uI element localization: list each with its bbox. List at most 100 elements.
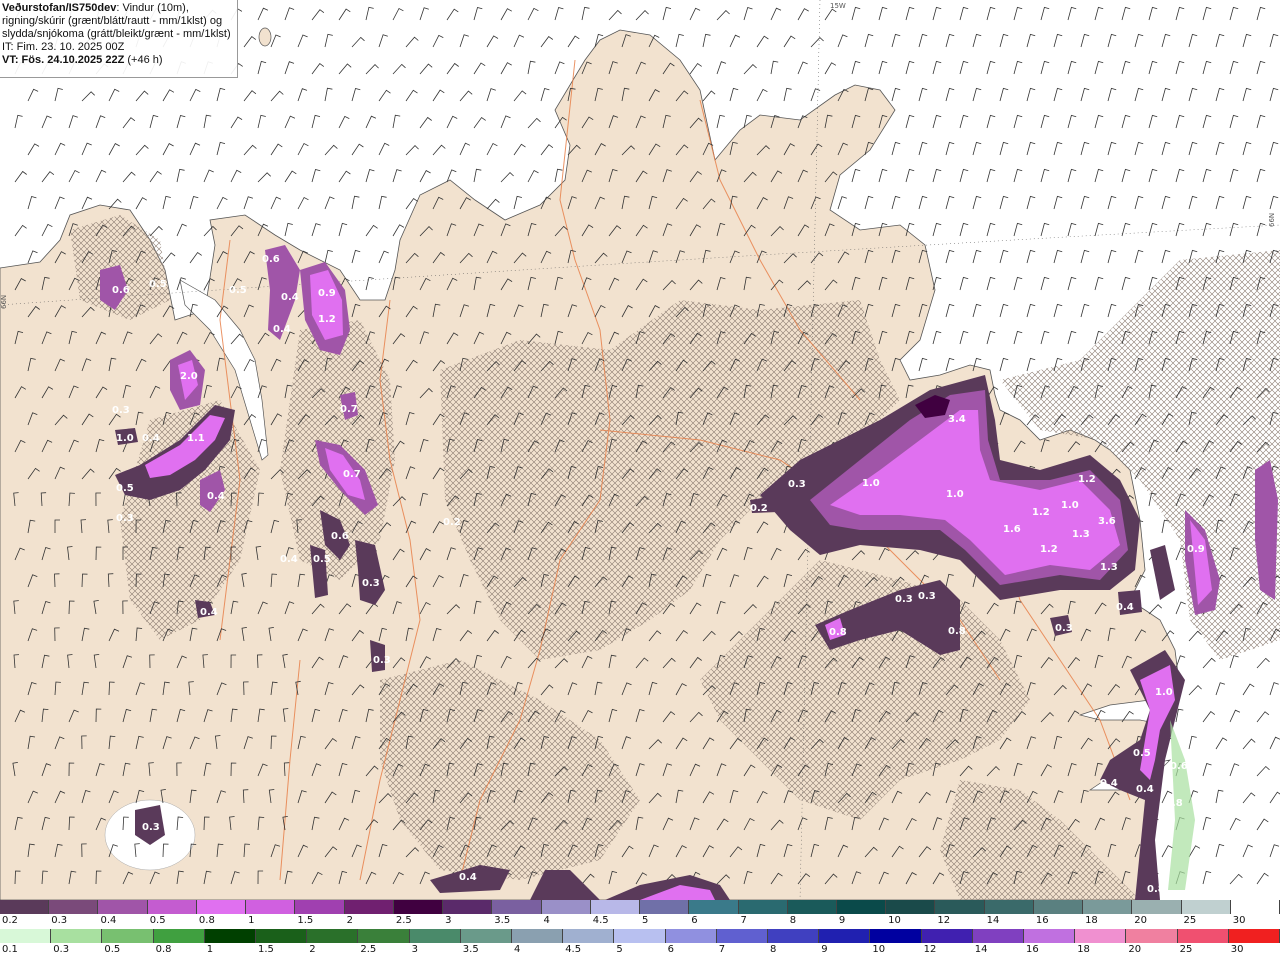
- precip-value-label: 0.3: [1055, 623, 1073, 634]
- legend-rain-label: 30: [1230, 944, 1244, 955]
- precip-value-label: 0.2: [750, 503, 768, 514]
- legend-snow-label: 1: [248, 915, 255, 926]
- legend-snow-swatch: [492, 900, 542, 914]
- legend-snow-label: 8: [789, 915, 797, 926]
- legend-snow-colorbar: [0, 900, 1280, 914]
- legend-rain-swatch: [358, 929, 410, 943]
- legend-rain-swatch: [1075, 929, 1127, 943]
- precip-value-label: 0.9: [318, 288, 336, 299]
- legend-rain-swatch: [204, 929, 257, 943]
- legend-snow-label: 0.3: [51, 915, 68, 926]
- precip-value-label: 0.3: [112, 405, 130, 416]
- legend-snow-swatch: [738, 900, 788, 914]
- legend-snow-label: 20: [1134, 915, 1148, 926]
- legend-snow-label: 9: [838, 915, 846, 926]
- legend-snow-swatch: [541, 900, 591, 914]
- legend-snow-label: 3: [445, 915, 452, 926]
- precip-value-label: 0.5: [149, 279, 167, 290]
- legend-rain-label: 1.5: [258, 944, 274, 955]
- legend-rain-swatch: [768, 929, 820, 943]
- legend-snow-label: 18: [1085, 915, 1098, 926]
- legend-snow-label: 6: [691, 915, 698, 926]
- precip-value-label: 1.0: [946, 489, 964, 500]
- legend-rain-label: 16: [1026, 944, 1039, 955]
- precip-value-label: 1.0: [862, 478, 880, 489]
- legend-rain-swatch: [1228, 929, 1280, 943]
- precip-value-label: 0.3: [362, 578, 380, 589]
- legend-snow: 0.2 0.3 0.4 0.5 0.8 1 1.5 2 2.5 3 3.5 4 4.5 5 6 7 8 9 10 12…: [0, 900, 1280, 929]
- precip-value-label: 0.8: [1147, 884, 1165, 895]
- precip-value-label: 0.7: [343, 469, 361, 480]
- grid-label-lat-left: 66N: [0, 295, 8, 309]
- legend-snow-label: 4.5: [592, 915, 609, 926]
- legend-rain-labels: 0.1 0.3 0.5 0.8 1 1.5 2 2.5 3 3.5 4 4.5 5 6 7 8 9 10 12 14 1…: [0, 944, 1280, 958]
- legend-snow-swatch: [787, 900, 837, 914]
- legend-rain-swatch: [1126, 929, 1178, 943]
- legend-snow-swatch: [196, 900, 247, 914]
- legend-snow-label: 16: [1035, 915, 1049, 926]
- precip-value-label: 1.2: [1040, 544, 1058, 555]
- precip-value-label: 0.4: [281, 292, 299, 303]
- legend-rain-label: 0.3: [53, 944, 70, 955]
- precip-value-label: 1.0: [1155, 687, 1173, 698]
- precip-value-label: 0.4: [1100, 778, 1118, 789]
- legend-snow-label: 0.2: [2, 915, 18, 926]
- title-line-1: Veðurstofan/IS750dev: Vindur (10m),: [2, 2, 235, 15]
- map-title-box: Veðurstofan/IS750dev: Vindur (10m), rign…: [0, 0, 238, 78]
- initial-time: IT: Fim. 23. 10. 2025 00Z: [2, 41, 125, 53]
- legend-rain-swatch: [1024, 929, 1076, 943]
- precip-value-label: 0.6: [1170, 761, 1188, 772]
- legend-snow-label: 14: [986, 915, 1000, 926]
- precip-value-label: 2.0: [180, 371, 198, 382]
- legend-rain-swatch: [1177, 929, 1229, 943]
- legend-snow-swatch: [246, 900, 296, 914]
- precip-value-label: 0.3: [142, 822, 160, 833]
- legend-rain-label: 2.5: [360, 944, 377, 955]
- legend-rain-label: 18: [1077, 944, 1090, 955]
- legend-rain-swatch: [819, 929, 871, 943]
- precip-value-label: 0.5: [116, 483, 134, 494]
- legend-snow-swatch: [984, 900, 1034, 914]
- legend-rain-colorbar: [0, 929, 1280, 943]
- legend-snow-swatch: [1083, 900, 1133, 914]
- legend-snow-swatch: [935, 900, 985, 914]
- precip-value-label: 0.5: [1133, 748, 1151, 759]
- legend-rain-label: 9: [821, 944, 828, 955]
- precip-value-label: 3.6: [1098, 516, 1116, 527]
- precip-value-label: 0.3: [918, 591, 936, 602]
- legend-snow-swatch: [1132, 900, 1182, 914]
- legend-rain-swatch: [716, 929, 769, 943]
- legend-snow-swatch: [295, 900, 345, 914]
- legend-rain-label: 2: [309, 944, 316, 955]
- precip-value-label: 1.3: [1100, 562, 1118, 573]
- precip-value-label: 0.5: [229, 285, 247, 296]
- legend-rain-swatch: [460, 929, 513, 943]
- legend-rain-swatch: [614, 929, 666, 943]
- legend-snow-label: 10: [888, 915, 901, 926]
- valid-time-offset: (+46 h): [127, 54, 163, 66]
- legend-snow-swatch: [1033, 900, 1084, 914]
- legend-snow-swatch: [98, 900, 148, 914]
- precip-value-label: 0.4: [207, 491, 225, 502]
- precip-value-label: 0.4: [1136, 784, 1154, 795]
- precip-value-label: 0.4: [1116, 602, 1134, 613]
- legend-rain-label: 0.5: [104, 944, 121, 955]
- legend-snow-labels: 0.2 0.3 0.4 0.5 0.8 1 1.5 2 2.5 3 3.5 4 4.5 5 6 7 8 9 10 12…: [0, 915, 1280, 929]
- precip-value-label: 0.9: [1187, 544, 1205, 555]
- legend-snow-label: 25: [1183, 915, 1197, 926]
- legend-rain-swatch: [665, 929, 717, 943]
- legend-snow-label: 0.4: [100, 915, 117, 926]
- legend-snow-label: 12: [937, 915, 951, 926]
- legend-snow-label: 5: [642, 915, 649, 926]
- legend-rain-swatch: [409, 929, 461, 943]
- legend-rain-swatch: [307, 929, 359, 943]
- legend-snow-label: 2: [346, 915, 353, 926]
- precip-value-label: 0.6: [331, 531, 349, 542]
- island: [258, 27, 272, 47]
- legend-snow-swatch: [443, 900, 493, 914]
- precip-value-label: 1.0: [1061, 500, 1079, 511]
- precip-value-label: 0.8: [1165, 798, 1183, 809]
- legend-snow-label: 3.5: [494, 915, 511, 926]
- precip-value-label: 0.6: [112, 285, 130, 296]
- legend-snow-swatch: [147, 900, 197, 914]
